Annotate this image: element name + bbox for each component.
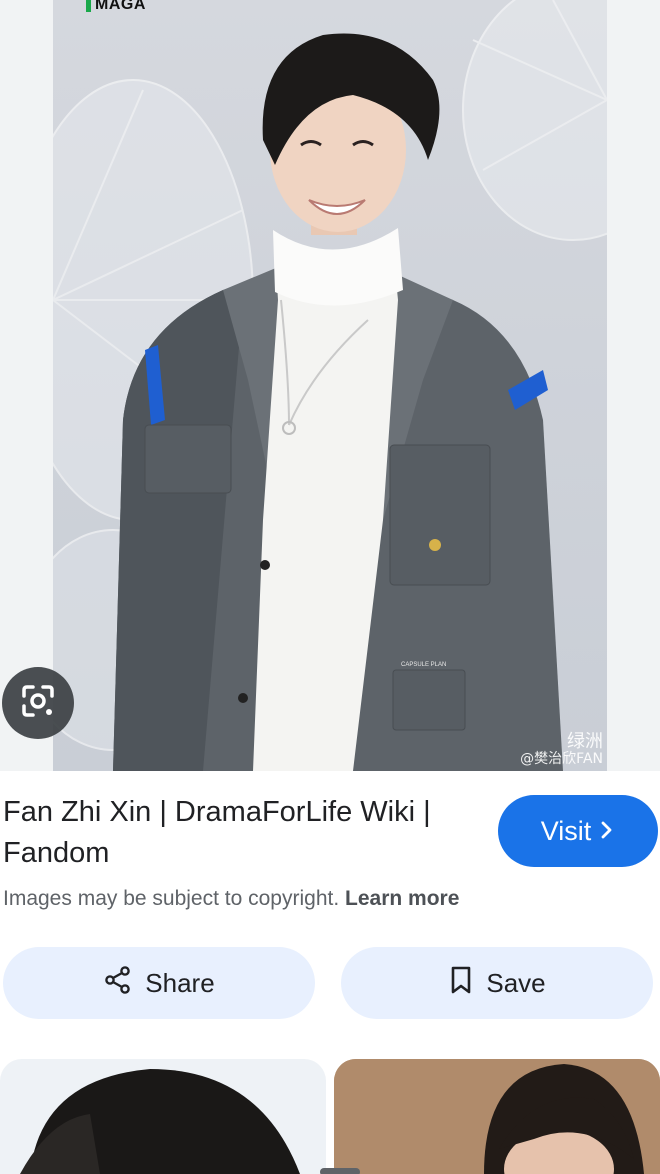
image-preview-area: CAPSULE PLAN MAGA 绿洲 @樊治欣FAN [0, 0, 660, 771]
page-indicator [320, 1168, 360, 1174]
related-photo-1 [20, 1069, 300, 1174]
brand-logo-text: MAGA [95, 0, 146, 13]
bookmark-icon [448, 965, 474, 1002]
copyright-notice: Images may be subject to copyright. Lear… [3, 884, 459, 914]
image-viewer-page: CAPSULE PLAN MAGA 绿洲 @樊治欣FAN Fan Zhi Xin… [0, 0, 660, 1174]
copyright-text: Images may be subject to copyright. [3, 887, 340, 910]
watermark-line-1: 绿洲 [567, 730, 603, 752]
result-title[interactable]: Fan Zhi Xin | DramaForLife Wiki | Fandom [3, 792, 473, 874]
save-button[interactable]: Save [341, 947, 653, 1019]
jacket-label-text: CAPSULE PLAN [401, 662, 446, 668]
related-image-thumbnail[interactable] [334, 1059, 660, 1174]
watermark-line-2: @樊治欣FAN [520, 750, 603, 767]
chevron-right-icon [599, 816, 615, 847]
learn-more-link[interactable]: Learn more [345, 887, 459, 910]
lens-search-button[interactable] [2, 667, 74, 739]
related-image-thumbnail[interactable] [0, 1059, 326, 1174]
visit-button-label: Visit [540, 815, 592, 846]
share-button-label: Share [145, 967, 215, 998]
image-watermark: 绿洲 @樊治欣FAN [520, 732, 603, 767]
save-button-label: Save [486, 967, 546, 998]
visit-button[interactable]: Visit [498, 795, 658, 867]
portrait-photo: CAPSULE PLAN [53, 0, 607, 771]
share-icon [103, 965, 133, 1002]
related-photo-2 [334, 1059, 660, 1174]
result-image[interactable]: CAPSULE PLAN MAGA 绿洲 @樊治欣FAN [53, 0, 607, 771]
brand-logo: MAGA [86, 0, 146, 14]
share-button[interactable]: Share [3, 947, 315, 1019]
lens-icon [18, 681, 58, 726]
brand-logo-mark [86, 0, 91, 12]
